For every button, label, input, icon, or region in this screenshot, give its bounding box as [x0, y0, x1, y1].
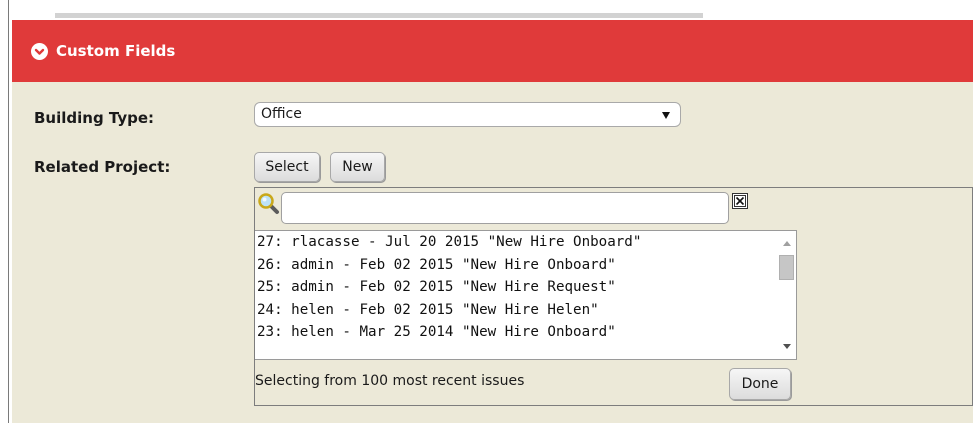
building-type-value: Office [261, 106, 302, 122]
magnifier-icon [257, 192, 281, 216]
building-type-label: Building Type: [34, 109, 155, 127]
list-item[interactable]: 24: helen - Feb 02 2015 "New Hire Helen" [255, 299, 796, 322]
related-project-label: Related Project: [34, 158, 171, 176]
scroll-down-arrow-icon[interactable] [783, 344, 791, 349]
panel-header[interactable]: Custom Fields [12, 20, 973, 82]
picker-status-text: Selecting from 100 most recent issues [255, 373, 525, 389]
list-item[interactable]: 23: helen - Mar 25 2014 "New Hire Onboar… [255, 321, 796, 344]
select-button[interactable]: Select [254, 152, 320, 182]
custom-fields-panel: Custom Fields Building Type: Office Rela… [12, 20, 973, 423]
done-button[interactable]: Done [729, 368, 791, 400]
scroll-up-arrow-icon[interactable] [783, 241, 791, 246]
horizontal-scrollbar[interactable] [55, 13, 703, 18]
search-input[interactable] [281, 192, 729, 224]
scrollbar-thumb[interactable] [779, 255, 794, 280]
dropdown-arrow-icon [662, 112, 670, 119]
list-scrollbar[interactable] [777, 231, 796, 359]
panel-left-border [8, 0, 9, 423]
clear-x-icon[interactable] [732, 193, 748, 209]
related-project-picker: 27: rlacasse - Jul 20 2015 "New Hire Onb… [254, 187, 973, 406]
new-button[interactable]: New [330, 152, 385, 182]
list-item[interactable]: 27: rlacasse - Jul 20 2015 "New Hire Onb… [255, 231, 796, 254]
list-item[interactable]: 26: admin - Feb 02 2015 "New Hire Onboar… [255, 254, 796, 277]
chevron-down-icon[interactable] [31, 42, 48, 60]
building-type-select[interactable]: Office [254, 102, 681, 127]
list-item[interactable]: 25: admin - Feb 02 2015 "New Hire Reques… [255, 276, 796, 299]
panel-title: Custom Fields [56, 42, 176, 60]
recent-issues-list[interactable]: 27: rlacasse - Jul 20 2015 "New Hire Onb… [255, 230, 797, 360]
